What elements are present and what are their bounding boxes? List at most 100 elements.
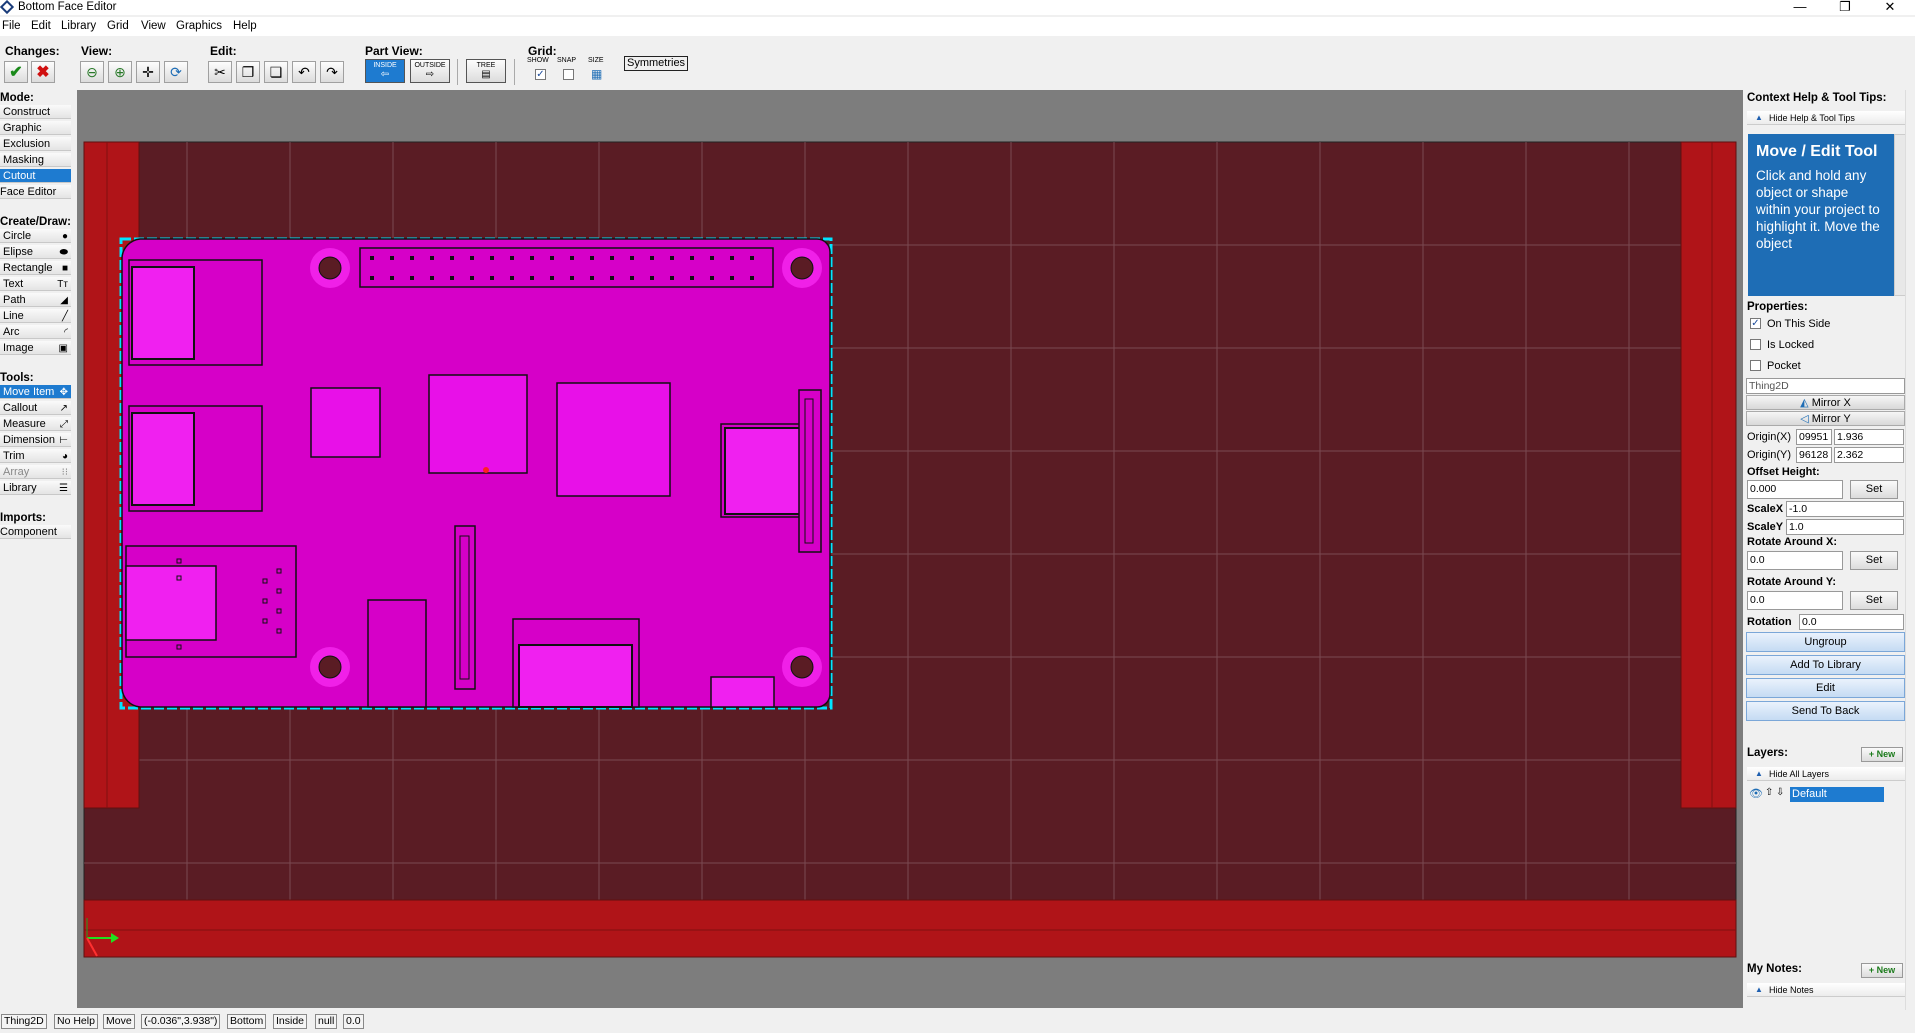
ungroup-button[interactable]: Ungroup — [1746, 632, 1905, 652]
menu-help[interactable]: Help — [233, 20, 257, 32]
usb-port-2 — [131, 412, 195, 506]
on-this-side-checkbox[interactable]: ✓ — [1750, 318, 1761, 329]
menu-grid[interactable]: Grid — [107, 20, 129, 32]
origin-y-input-a[interactable]: 96128 — [1796, 447, 1832, 463]
cut-button[interactable]: ✂ — [208, 61, 232, 83]
offset-height-input[interactable]: 0.000 — [1747, 480, 1843, 499]
mode-graphic[interactable]: Graphic — [0, 121, 71, 135]
refresh-view-button[interactable]: ⟳ — [164, 61, 188, 83]
zoom-out-button[interactable]: ⊖ — [80, 61, 104, 83]
rotation-input[interactable]: 0.0 — [1799, 614, 1904, 630]
tool-move-item[interactable]: Move Item ✥ — [0, 385, 71, 399]
minimize-button[interactable]: — — [1785, 0, 1815, 15]
canvas-shape — [430, 256, 434, 260]
line-icon: ╱ — [61, 311, 68, 322]
mode-cutout[interactable]: Cutout — [0, 169, 71, 183]
redo-icon: ↷ — [326, 63, 338, 80]
rotate-y-set-button[interactable]: Set — [1850, 591, 1898, 610]
hide-help-toggle[interactable]: ▲ Hide Help & Tool Tips — [1747, 111, 1905, 125]
new-note-button[interactable]: + New — [1861, 963, 1903, 978]
layer-name-default[interactable]: Default — [1790, 787, 1884, 802]
create-text[interactable]: Text Tт — [0, 277, 71, 291]
origin-x-input-b[interactable]: 1.936 — [1834, 429, 1904, 445]
tool-callout-label: Callout — [3, 402, 38, 414]
rotate-x-input[interactable]: 0.0 — [1747, 551, 1843, 570]
create-image[interactable]: Image ▣ — [0, 341, 71, 355]
mode-masking[interactable]: Masking — [0, 153, 71, 167]
imports-label: Imports: — [0, 512, 46, 524]
undo-button[interactable]: ↶ — [292, 61, 316, 83]
menu-library[interactable]: Library — [61, 20, 96, 32]
symmetries-button[interactable]: Symmetries — [624, 56, 689, 71]
menu-view[interactable]: View — [141, 20, 166, 32]
create-circle[interactable]: Circle ● — [0, 229, 71, 243]
zoom-in-button[interactable]: ⊕ — [108, 61, 132, 83]
origin-y-input-b[interactable]: 2.362 — [1834, 447, 1904, 463]
create-arc[interactable]: Arc ◜ — [0, 325, 71, 339]
apply-changes-button[interactable]: ✔ — [4, 61, 28, 83]
grid-snap-checkbox[interactable] — [563, 69, 574, 80]
tool-library[interactable]: Library ☰ — [0, 481, 71, 495]
layer-row[interactable]: 👁 ⇧ ⇩ Default — [1747, 787, 1905, 802]
tool-trim[interactable]: Trim ◕ — [0, 449, 71, 463]
origin-x-input-a[interactable]: 09951 — [1796, 429, 1832, 445]
copy-button[interactable]: ❐ — [236, 61, 260, 83]
import-component[interactable]: Component — [0, 525, 71, 539]
rotate-x-set-button[interactable]: Set — [1850, 551, 1898, 570]
grid-show-checkbox[interactable]: ✓ — [535, 69, 546, 80]
create-elipse[interactable]: Elipse ⬬ — [0, 245, 71, 259]
create-rectangle[interactable]: Rectangle ■ — [0, 261, 71, 275]
mode-face-editor[interactable]: Face Editor — [0, 185, 71, 199]
tool-dimension[interactable]: Dimension ⊢ — [0, 433, 71, 447]
paste-button[interactable]: ❏ — [264, 61, 288, 83]
mirror-x-button[interactable]: ◭ Mirror X — [1746, 395, 1905, 410]
pan-button[interactable]: ✛ — [136, 61, 160, 83]
hide-layers-toggle[interactable]: ▲ Hide All Layers — [1747, 767, 1905, 781]
design-canvas[interactable] — [77, 90, 1743, 1008]
inside-view-button[interactable]: INSIDE ⇦ — [365, 59, 405, 83]
mode-exclusion[interactable]: Exclusion — [0, 137, 71, 151]
rotate-y-input[interactable]: 0.0 — [1747, 591, 1843, 610]
canvas-shape — [390, 276, 394, 280]
tool-measure[interactable]: Measure ⤢ — [0, 417, 71, 431]
tool-array[interactable]: Array ⁝⁝ — [0, 465, 71, 479]
menu-graphics[interactable]: Graphics — [176, 20, 222, 32]
redo-button[interactable]: ↷ — [320, 61, 344, 83]
add-to-library-button[interactable]: Add To Library — [1746, 655, 1905, 675]
hide-notes-toggle[interactable]: ▲ Hide Notes — [1747, 983, 1905, 997]
tree-button[interactable]: TREE ▤ — [466, 59, 506, 83]
grid-size-icon[interactable]: ▦ — [591, 67, 602, 81]
menu-edit[interactable]: Edit — [31, 20, 51, 32]
right-panel-scrollbar[interactable] — [1905, 90, 1915, 1010]
canvas-shape — [570, 256, 574, 260]
menu-file[interactable]: File — [2, 20, 21, 32]
mirror-y-button[interactable]: ◁ Mirror Y — [1746, 411, 1905, 426]
scalex-input[interactable]: -1.0 — [1786, 501, 1904, 517]
on-this-side-label: On This Side — [1767, 318, 1831, 330]
create-path[interactable]: Path ◢ — [0, 293, 71, 307]
status-tool: Move — [103, 1014, 135, 1029]
canvas-shape — [750, 276, 754, 280]
offset-set-button[interactable]: Set — [1850, 480, 1898, 499]
pocket-checkbox[interactable] — [1750, 360, 1761, 371]
tool-move-item-label: Move Item — [3, 386, 55, 398]
layer-up-icon[interactable]: ⇧ — [1765, 787, 1773, 798]
canvas-drawing[interactable] — [77, 90, 1743, 1008]
maximize-button[interactable]: ❐ — [1830, 0, 1860, 15]
edit-button[interactable]: Edit — [1746, 678, 1905, 698]
create-line[interactable]: Line ╱ — [0, 309, 71, 323]
cancel-changes-button[interactable]: ✖ — [31, 61, 55, 83]
eye-icon[interactable]: 👁 — [1749, 787, 1763, 800]
arc-icon: ◜ — [64, 327, 68, 338]
close-window-button[interactable]: ✕ — [1875, 0, 1905, 15]
new-layer-button[interactable]: + New — [1861, 747, 1903, 762]
tool-callout[interactable]: Callout ↗ — [0, 401, 71, 415]
create-text-label: Text — [3, 278, 24, 290]
mode-construct[interactable]: Construct — [0, 105, 71, 119]
outside-view-button[interactable]: OUTSIDE ⇨ — [410, 59, 450, 83]
send-to-back-button[interactable]: Send To Back — [1746, 701, 1905, 721]
layer-down-icon[interactable]: ⇩ — [1776, 787, 1784, 798]
is-locked-checkbox[interactable] — [1750, 339, 1761, 350]
right-panel: Context Help & Tool Tips: ▲ Hide Help & T… — [1745, 90, 1907, 1010]
scaley-input[interactable]: 1.0 — [1786, 519, 1904, 535]
